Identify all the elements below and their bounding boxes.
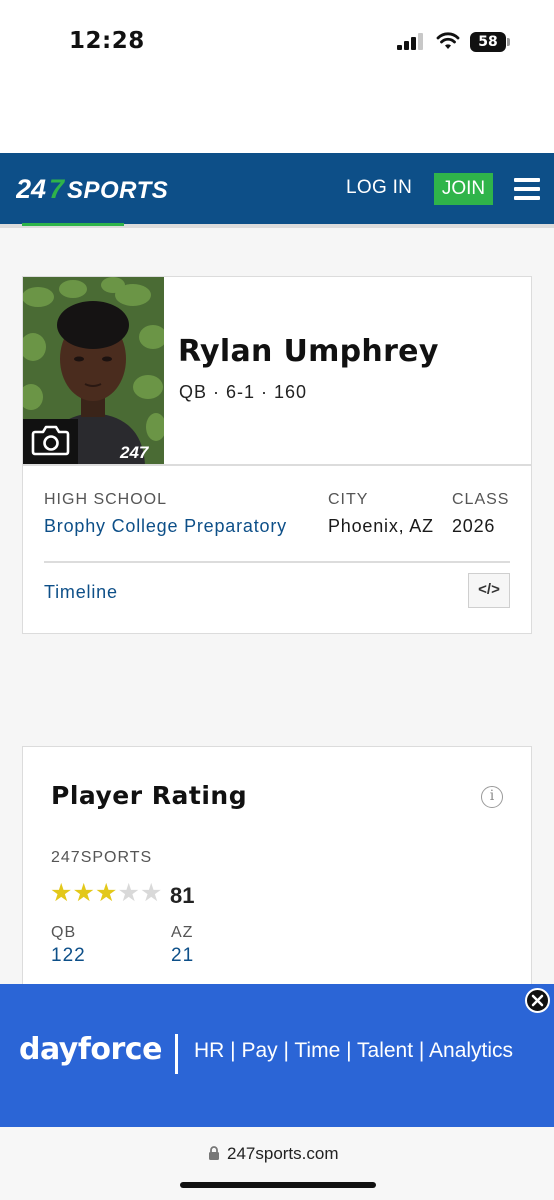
class-label: CLASS	[452, 491, 510, 508]
join-button[interactable]: JOIN	[434, 173, 493, 205]
class-value: 2026	[452, 516, 496, 536]
embed-code-button[interactable]: </>	[468, 573, 510, 608]
ad-divider	[175, 1034, 178, 1074]
camera-icon[interactable]	[23, 419, 78, 465]
high-school-label: HIGH SCHOOL	[44, 491, 168, 508]
rating-title: Player Rating	[51, 781, 248, 810]
ad-close-icon[interactable]	[525, 988, 550, 1013]
lock-icon	[209, 1146, 219, 1160]
active-tab-indicator	[22, 223, 124, 226]
star-empty-icon: ★	[117, 879, 140, 907]
card-divider-top	[23, 464, 531, 466]
rating-score: 81	[170, 883, 195, 908]
svg-text:24: 24	[16, 174, 46, 204]
ad-banner[interactable]: dayforce HR | Pay | Time | Talent | Anal…	[0, 984, 554, 1127]
state-rank-value[interactable]: 21	[171, 945, 194, 967]
city-value: Phoenix, AZ	[328, 516, 434, 536]
svg-text:SPORTS: SPORTS	[67, 177, 168, 204]
position-rank-value[interactable]: 122	[51, 945, 86, 967]
high-school-link[interactable]: Brophy College Preparatory	[44, 516, 287, 537]
info-icon[interactable]: i	[481, 786, 503, 808]
url-text[interactable]: 247sports.com	[227, 1144, 339, 1164]
login-link[interactable]: LOG IN	[346, 177, 412, 199]
embed-code-icon: </>	[478, 581, 500, 598]
star-empty-icon: ★	[140, 879, 163, 907]
player-name: Rylan Umphrey	[178, 334, 439, 369]
star-filled-icon: ★	[95, 879, 118, 907]
state-rank-label: AZ	[171, 924, 194, 941]
247sports-logo[interactable]: 24 7 SPORTS	[16, 172, 210, 206]
position-rank-label: QB	[51, 924, 77, 941]
battery-cap	[507, 38, 510, 46]
wifi-icon	[436, 32, 460, 49]
player-meta: QB · 6-1 · 160	[179, 382, 308, 402]
timeline-link[interactable]: Timeline	[44, 582, 118, 603]
ad-brand-logo[interactable]: dayforce	[19, 1032, 162, 1067]
svg-text:7: 7	[49, 174, 66, 204]
star-filled-icon: ★	[72, 879, 95, 907]
home-indicator	[180, 1182, 376, 1188]
status-time: 12:28	[69, 28, 145, 54]
battery-indicator: 58	[470, 32, 506, 52]
star-filled-icon: ★	[50, 879, 73, 907]
player-photo[interactable]: 247	[23, 277, 164, 465]
hamburger-menu-icon[interactable]	[514, 178, 540, 200]
rating-source-label: 247SPORTS	[51, 849, 153, 866]
browser-url-bar[interactable]: 247sports.com	[0, 1127, 554, 1200]
info-icon-glyph: i	[489, 788, 495, 804]
card-divider-bottom	[44, 561, 510, 563]
ad-tagline[interactable]: HR | Pay | Time | Talent | Analytics	[194, 1039, 513, 1063]
cellular-signal-icon	[397, 33, 425, 50]
city-label: CITY	[328, 491, 369, 508]
status-bar: 12:28 58	[0, 0, 554, 84]
photo-watermark: 247	[120, 443, 149, 462]
